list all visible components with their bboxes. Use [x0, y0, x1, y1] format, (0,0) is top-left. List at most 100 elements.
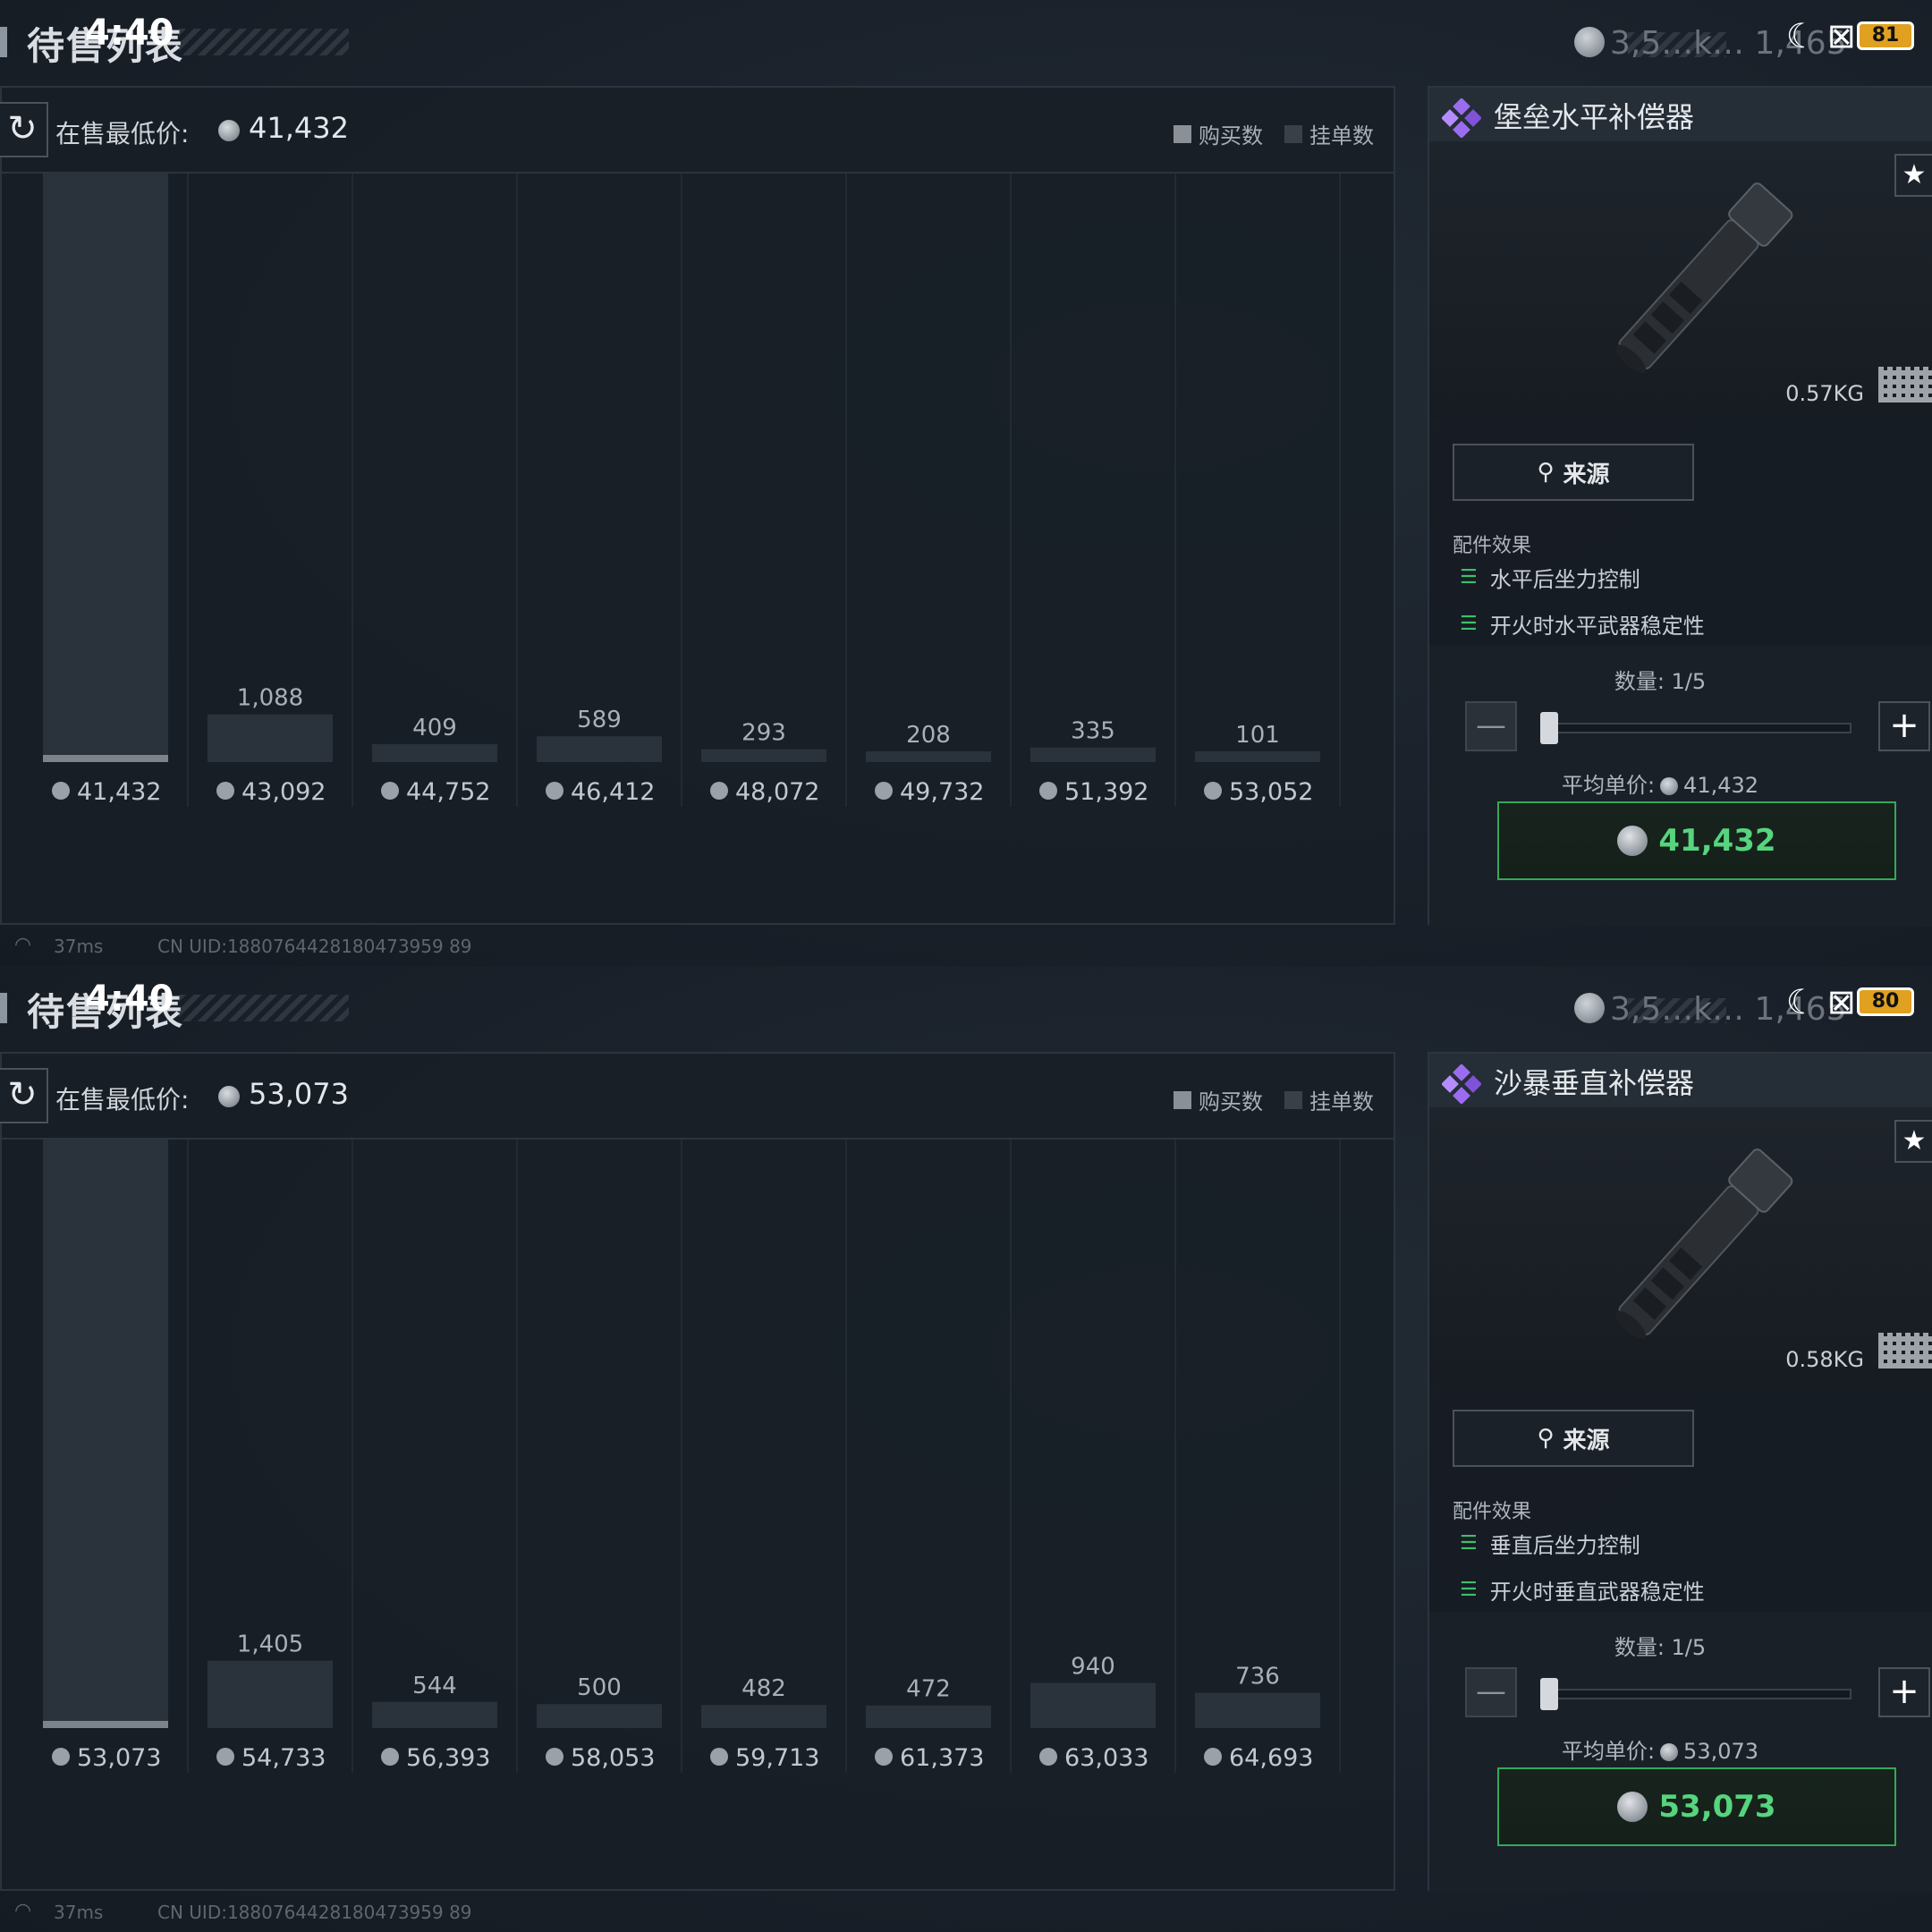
average-price-row: 平均单价: 53,073 [1429, 1733, 1932, 1765]
coin-icon [216, 1748, 234, 1766]
uid-text: CN UID:1880764428180473959 89 [157, 936, 472, 957]
star-icon: ★ [1902, 1125, 1927, 1157]
source-label: 来源 [1563, 1427, 1610, 1454]
chart-header: ↻ 在售最低价: 53,073 购买数 挂单数 [0, 1054, 1394, 1140]
purchase-area: 数量: 1/5 — + 平均单价: 53,073 53,073 [1429, 1612, 1932, 1893]
market-screen: 待售列表 4:40 3,5…k… 1,465 ☾ ⊠ ◠ 81 ↻ 在售最低价:… [0, 0, 1932, 966]
quantity-slider-thumb[interactable] [1540, 1678, 1558, 1710]
coin-icon [875, 1748, 893, 1766]
chart-bar[interactable] [43, 1140, 168, 1728]
list-icon: ☰ [1460, 1532, 1478, 1555]
chart-legend: 购买数 挂单数 [1174, 1084, 1374, 1115]
chart-bar[interactable] [701, 749, 826, 762]
ping-text: 37ms [54, 936, 104, 957]
chart-bar[interactable] [866, 751, 991, 762]
chart-bar[interactable] [43, 174, 168, 762]
bar-value-label: 1,405 [237, 1631, 303, 1658]
price-tick-label: 59,713 [735, 1744, 819, 1772]
favorite-button[interactable]: ★ [1894, 154, 1932, 197]
item-size-grid-icon [1878, 367, 1932, 402]
chart-bar[interactable] [1195, 751, 1320, 762]
market-screen: 待售列表 4:40 3,5…k… 1,465 ☾ ⊠ ◠ 80 ↻ 在售最低价:… [0, 966, 1932, 1932]
source-label: 来源 [1563, 461, 1610, 488]
bar-value-label: 500 [577, 1674, 622, 1701]
chart-bar[interactable] [1030, 747, 1156, 762]
increase-quantity-button[interactable]: + [1878, 701, 1930, 751]
source-button[interactable]: ⚲ 来源 [1453, 1410, 1694, 1467]
coin-icon [875, 782, 893, 800]
rarity-diamond-icon [1442, 98, 1481, 138]
source-button[interactable]: ⚲ 来源 [1453, 444, 1694, 501]
coin-icon [1660, 777, 1679, 795]
chart-bar[interactable] [701, 1705, 826, 1728]
chart-bar[interactable] [372, 743, 497, 762]
compensator-image [1614, 1148, 1793, 1340]
decrease-quantity-button[interactable]: — [1465, 701, 1517, 751]
buy-button[interactable]: 41,432 [1497, 801, 1896, 880]
chart-bar[interactable] [537, 736, 662, 762]
title-stripes [179, 29, 349, 55]
chart-header: ↻ 在售最低价: 41,432 购买数 挂单数 [0, 88, 1394, 174]
legend-list: 挂单数 [1284, 118, 1374, 149]
coin-icon [1039, 782, 1057, 800]
decrease-quantity-button[interactable]: — [1465, 1667, 1517, 1717]
status-area: 3,5…k… 1,465 ☾ ⊠ ◠ 80 [1574, 979, 1932, 1032]
effects-list: ☰ 垂直后坐力控制 ☰ 开火时垂直武器稳定性 [1429, 1519, 1932, 1601]
legend-list: 挂单数 [1284, 1084, 1374, 1115]
chart-bar[interactable] [208, 714, 333, 762]
coin-icon [218, 1086, 240, 1107]
item-image: ★ 0.58KG [1429, 1107, 1932, 1385]
search-icon: ⚲ [1537, 1425, 1555, 1452]
title-stripes [179, 995, 349, 1021]
title-accent [0, 993, 7, 1023]
legend-swatch-list [1284, 1090, 1302, 1109]
effects-list: ☰ 水平后坐力控制 ☰ 开火时水平武器稳定性 [1429, 553, 1932, 635]
refresh-button[interactable]: ↻ [0, 102, 48, 157]
effect-item: ☰ 开火时水平武器稳定性 [1460, 608, 1705, 635]
chart-bar[interactable] [537, 1704, 662, 1728]
uid-text: CN UID:1880764428180473959 89 [157, 1902, 472, 1923]
legend-buy: 购买数 [1174, 118, 1263, 149]
coin-icon [52, 782, 70, 800]
quantity-slider[interactable] [1542, 723, 1852, 733]
item-weight: 0.57KG [1785, 381, 1864, 406]
coin-icon [52, 1748, 70, 1766]
price-tick-label: 64,693 [1229, 1744, 1313, 1772]
average-price-value: 41,432 [1683, 773, 1759, 798]
chart-bar[interactable] [1030, 1682, 1156, 1728]
bar-value-label: 472 [906, 1676, 951, 1703]
chart-bar[interactable] [372, 1701, 497, 1728]
legend-list-label: 挂单数 [1309, 123, 1374, 148]
status-area: 3,5…k… 1,465 ☾ ⊠ ◠ 81 [1574, 13, 1932, 66]
chart-bar[interactable] [1195, 1692, 1320, 1728]
effect-label: 垂直后坐力控制 [1489, 1533, 1640, 1558]
price-chart-panel: ↻ 在售最低价: 41,432 购买数 挂单数 13,88541,4321,08… [0, 86, 1395, 925]
coin-icon [1039, 1748, 1057, 1766]
wifi-icon: ◠ [14, 934, 32, 956]
quantity-slider-thumb[interactable] [1540, 712, 1558, 744]
bar-value-label: 482 [741, 1675, 786, 1702]
price-tick-label: 44,752 [406, 778, 490, 806]
lowest-price-value: 41,432 [249, 111, 349, 145]
chart-bar[interactable] [208, 1660, 333, 1728]
bar-value-label: 940 [1071, 1654, 1115, 1681]
price-tick-label: 48,072 [735, 778, 819, 806]
price-chart-panel: ↻ 在售最低价: 53,073 购买数 挂单数 12,67753,0731,40… [0, 1052, 1395, 1891]
effect-label: 开火时水平武器稳定性 [1489, 614, 1705, 635]
legend-buy-label: 购买数 [1199, 1089, 1263, 1114]
refresh-icon: ↻ [7, 1074, 38, 1115]
footer: ◠ 37ms CN UID:1880764428180473959 89 [0, 934, 1932, 961]
price-tick-label: 53,073 [77, 1744, 161, 1772]
coin-icon [710, 1748, 728, 1766]
buy-button[interactable]: 53,073 [1497, 1767, 1896, 1846]
chart-bar[interactable] [866, 1705, 991, 1728]
price-tick-label: 43,092 [242, 778, 326, 806]
average-price-label: 平均单价: [1561, 773, 1656, 798]
quantity-slider[interactable] [1542, 1689, 1852, 1699]
increase-quantity-button[interactable]: + [1878, 1667, 1930, 1717]
bar-value-label: 589 [577, 707, 622, 733]
coin-icon [546, 782, 564, 800]
favorite-button[interactable]: ★ [1894, 1120, 1932, 1163]
refresh-icon: ↻ [7, 108, 38, 149]
refresh-button[interactable]: ↻ [0, 1068, 48, 1123]
